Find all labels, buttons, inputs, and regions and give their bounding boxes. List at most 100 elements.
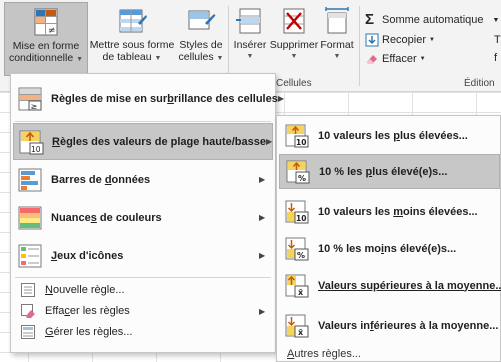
menu-item-highlight-rules[interactable]: ≥ Règles de mise en surbrillance des cel… (13, 80, 284, 117)
format-as-table-button[interactable]: Mettre sous forme de tableau ▼ (89, 2, 175, 76)
clear-rules-pre: Effa (45, 305, 65, 317)
highlight-rules-post: rillance des cellules (173, 92, 278, 105)
submenu-item-more-rules[interactable]: Autres règles... (279, 344, 500, 362)
manage-rules-post: érer les règles... (53, 326, 133, 338)
top-bottom-rules-submenu: 10 10 valeurs les plus élevées... % 10 %… (276, 115, 501, 362)
data-bars-key: d (104, 173, 112, 186)
more-rules-post: utres règles... (294, 348, 361, 360)
cells-group-label: Cellules (276, 78, 312, 89)
conditional-formatting-button[interactable]: ≠ Mise en forme conditionnelle ▼ (4, 2, 88, 76)
submenu-arrow-icon: ▶ (259, 175, 266, 184)
submenu-item-top-10-percent[interactable]: % 10 % les plus élevé(e)s... (279, 154, 500, 189)
submenu-arrow-icon: ▶ (277, 94, 285, 103)
autosum-label: Somme automatique (382, 14, 484, 26)
ribbon-separator (359, 6, 360, 86)
format-table-label2: de tableau (102, 51, 152, 63)
above-avg-key: V (318, 279, 325, 292)
top-10-icon: 10 (285, 124, 309, 148)
svg-text:≥: ≥ (31, 102, 38, 111)
conditional-formatting-label2: conditionnelle (8, 52, 74, 64)
bottom10-post: oins élevées... (403, 205, 478, 218)
data-bars-icon (18, 168, 42, 191)
menu-item-top-bottom-rules[interactable]: 10 Règles des valeurs de plage haute/bas… (13, 123, 273, 160)
top-bottom-rules-key: R (52, 135, 60, 148)
below-avg-post: érieures à la moyenne... (373, 319, 499, 332)
cell-styles-icon (188, 10, 216, 30)
submenu-arrow-icon: ▶ (259, 251, 266, 260)
insert-cells-icon (236, 8, 261, 34)
top-bottom-rules-post: ègles des valeurs de plage haute/basse (59, 135, 266, 148)
format-button[interactable]: Format ▼ (318, 2, 356, 76)
submenu-arrow-icon: ▶ (259, 306, 266, 316)
bottom10-key: m (393, 205, 404, 218)
format-label: Format (320, 39, 354, 51)
manage-rules-key: G (45, 326, 54, 338)
chevron-down-icon: ▼ (216, 55, 224, 62)
below-avg-pre: Valeurs in (318, 319, 370, 332)
submenu-item-bottom-10[interactable]: 10 10 valeurs les moins élevées... (279, 194, 500, 229)
data-bars-post: onnées (111, 173, 151, 186)
format-table-icon (119, 9, 147, 33)
delete-button[interactable]: Supprimer ▼ (270, 2, 318, 76)
top10-key: p (393, 129, 400, 142)
fill-button[interactable]: Recopier ▼ (365, 33, 435, 47)
menu-separator (15, 121, 271, 122)
menu-item-icon-sets[interactable]: Jeux d'icônes ▶ (13, 237, 273, 274)
submenu-arrow-icon: ▶ (259, 213, 266, 222)
new-rule-key: N (45, 284, 53, 296)
bottom10-pre: 10 valeurs les (318, 205, 394, 218)
menu-item-clear-rules[interactable]: Effacer les règles ▶ (13, 301, 273, 321)
menu-item-manage-rules[interactable]: Gérer les règles... (13, 322, 273, 342)
clear-button[interactable]: Effacer ▼ (365, 52, 426, 66)
above-avg-post: aleurs supérieures à la moyenne... (324, 279, 501, 292)
above-average-icon: x̄ (285, 274, 309, 298)
chevron-down-icon: ▼ (492, 16, 500, 24)
delete-label: Supprimer (269, 39, 319, 51)
menu-separator (15, 277, 271, 278)
color-scales-pre: Nuance (51, 211, 91, 224)
icon-sets-post: eux d'icônes (57, 249, 124, 262)
cell-styles-label1: Styles de (179, 39, 223, 51)
clear-label: Effacer (382, 53, 417, 65)
top-10-percent-icon: % (286, 160, 310, 184)
ribbon-edge-text: T (494, 34, 501, 46)
menu-item-new-rule[interactable]: Nouvelle règle... (13, 280, 273, 300)
sigma-icon: Σ (365, 11, 375, 28)
chevron-down-icon: ▼ (76, 56, 84, 63)
eraser-icon (367, 55, 377, 64)
chevron-down-icon: ▼ (154, 55, 162, 62)
submenu-item-top-10[interactable]: 10 10 valeurs les plus élevées... (279, 118, 500, 153)
submenu-item-below-average[interactable]: x̄ Valeurs inférieures à la moyenne... (279, 308, 500, 343)
submenu-item-above-average[interactable]: x̄ Valeurs supérieures à la moyenne... (279, 268, 501, 303)
highlight-rules-key: b (167, 92, 174, 105)
new-rule-post: ouvelle règle... (52, 284, 125, 296)
top10pct-post: lus élevé(e)s... (372, 165, 448, 178)
bottom-10-percent-icon: % (285, 237, 309, 261)
format-table-label1: Mettre sous forme (89, 39, 175, 51)
top10-post: lus élevées... (399, 129, 468, 142)
color-scales-icon (18, 206, 42, 229)
svg-text:10: 10 (296, 214, 306, 223)
edit-group-label: Édition (464, 78, 495, 89)
data-bars-pre: Barres de (51, 173, 105, 186)
menu-item-color-scales[interactable]: Nuances de couleurs ▶ (13, 199, 273, 236)
svg-text:%: % (298, 174, 306, 183)
top10-pre: 10 valeurs les (318, 129, 394, 142)
submenu-item-bottom-10-percent[interactable]: % 10 % les moins élevé(e)s... (279, 231, 500, 266)
clear-rules-post: er les règles (69, 305, 130, 317)
conditional-formatting-icon: ≠ (34, 8, 58, 36)
ribbon-edge-text: f (494, 52, 498, 64)
autosum-button[interactable]: Σ Somme automatique ▼ (365, 11, 500, 28)
conditional-formatting-menu: ≥ Règles de mise en surbrillance des cel… (10, 73, 284, 353)
menu-item-data-bars[interactable]: Barres de données ▶ (13, 161, 273, 198)
chevron-down-icon: ▼ (419, 56, 426, 62)
conditional-formatting-label1: Mise en forme (12, 40, 80, 52)
insert-button[interactable]: Insérer ▼ (230, 2, 270, 76)
cell-styles-button[interactable]: Styles de cellules ▼ (176, 2, 226, 76)
chevron-down-icon: ▼ (429, 37, 435, 43)
clear-rules-icon (21, 304, 35, 318)
svg-text:≠: ≠ (48, 26, 56, 36)
svg-text:10: 10 (31, 145, 41, 154)
highlight-cells-rules-icon: ≥ (18, 87, 42, 111)
icon-sets-icon (18, 244, 42, 267)
